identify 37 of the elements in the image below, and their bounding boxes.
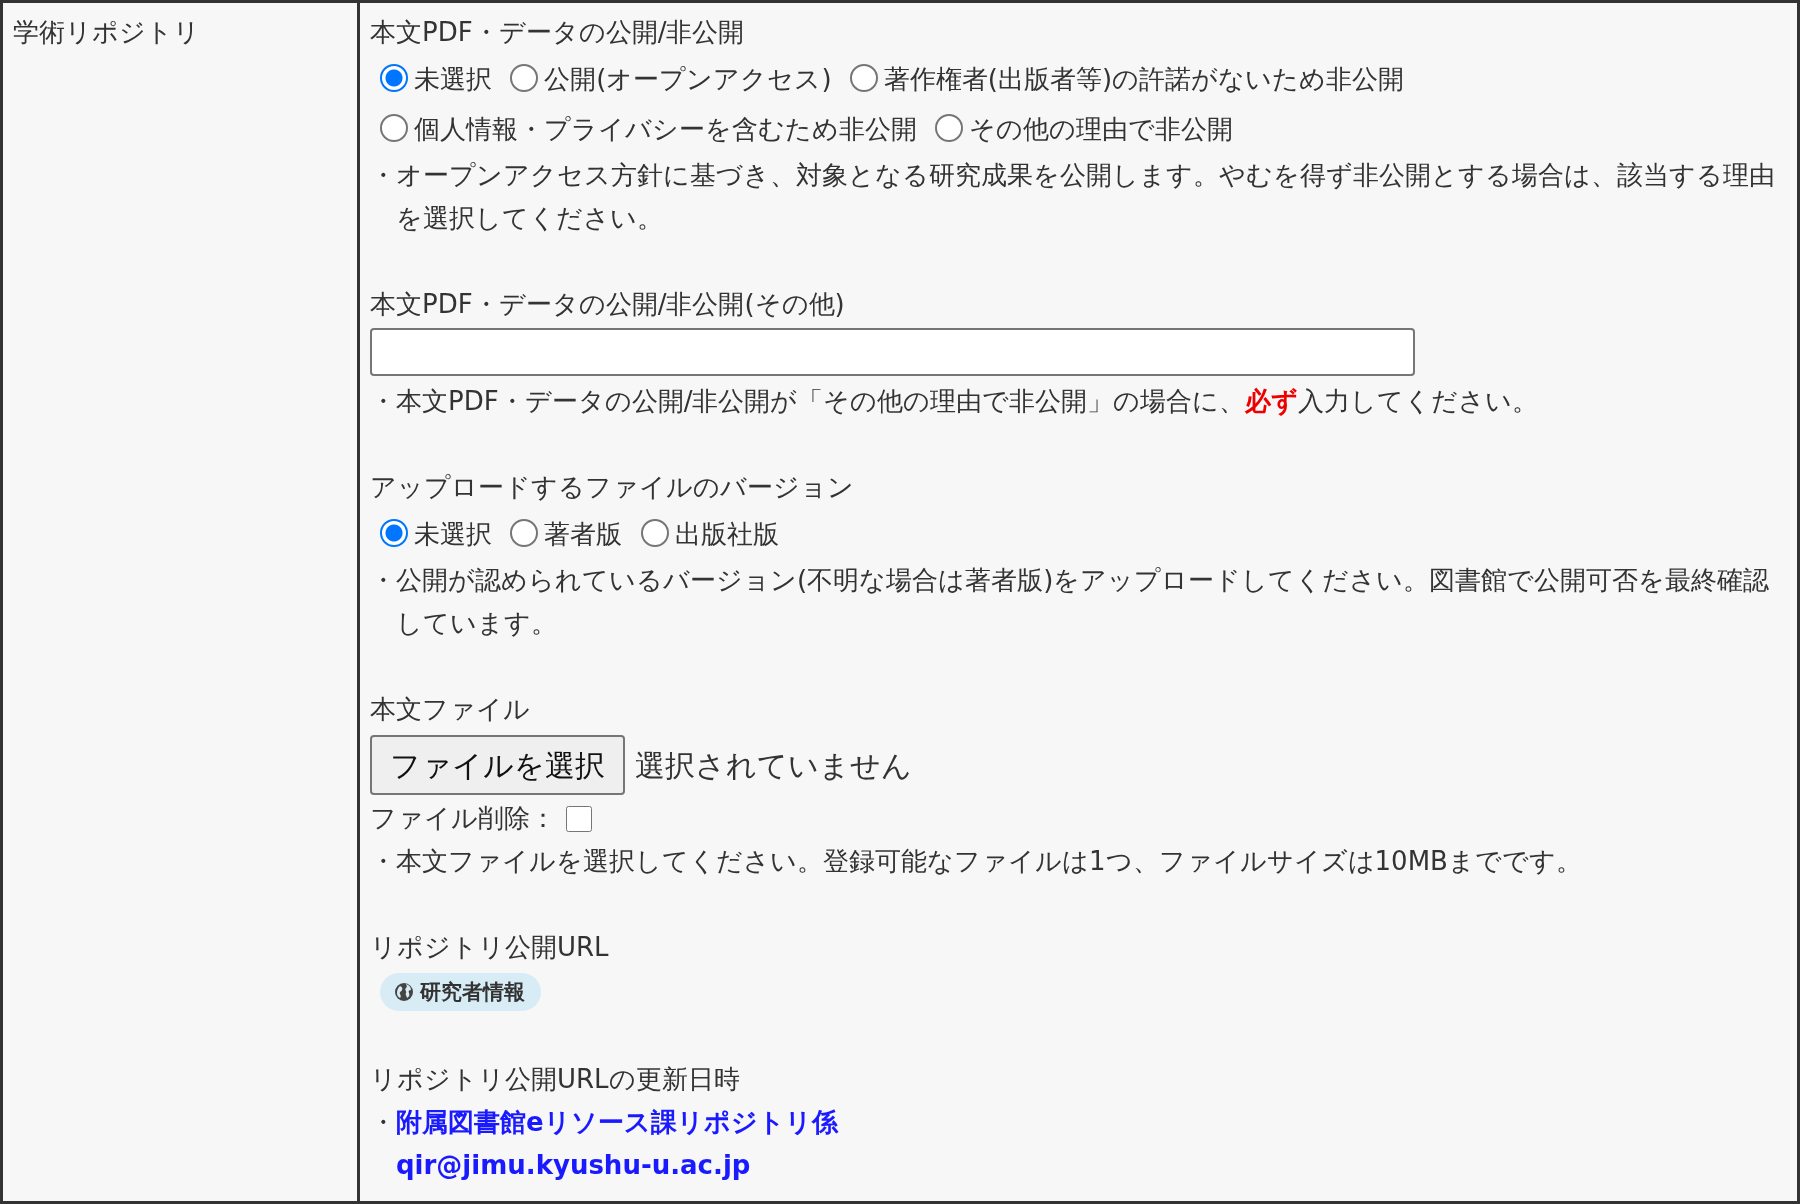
globe-icon <box>394 982 414 1002</box>
radio-label[interactable]: 著作権者(出版者等)の許諾がないため非公開 <box>883 64 1405 94</box>
field-label: 本文PDF・データの公開/非公開(その他) <box>370 288 846 321</box>
checkbox-label: ファイル削除： <box>370 802 556 835</box>
radio-label[interactable]: 未選択 <box>414 64 492 94</box>
help-text: ・本文ファイルを選択してください。登録可能なファイルは1つ、ファイルサイズは10MBまでです。 <box>370 845 1583 878</box>
radio-label[interactable]: その他の理由で非公開 <box>969 114 1234 144</box>
radio-label[interactable]: 未選択 <box>414 519 492 549</box>
choose-file-button[interactable]: ファイルを選択 <box>370 735 625 795</box>
file-status: 選択されていません <box>635 746 912 785</box>
help-text: ・公開が認められているバージョン(不明な場合は著者版)をアップロードしてください。図書館で公開可否を最終確認しています。 <box>370 564 1771 640</box>
radio-button[interactable] <box>849 64 878 92</box>
text-field[interactable] <box>370 328 1415 376</box>
field-label: アップロードするファイルのバージョン <box>370 471 855 504</box>
radio-label[interactable]: 著者版 <box>544 519 623 549</box>
radio-button[interactable] <box>380 114 408 142</box>
help-text: ・本文PDF・データの公開/非公開が「その他の理由で非公開」の場合に、必ず入力してください。 <box>370 385 1540 418</box>
row-header: 学術リポジトリ <box>13 17 200 47</box>
radio-button[interactable] <box>935 114 964 142</box>
delete-checkbox[interactable] <box>566 805 592 832</box>
radio-button[interactable] <box>380 64 408 92</box>
researcher-link-badge[interactable]: 研究者情報 <box>380 973 541 1011</box>
contact-link[interactable]: 附属図書館eリソース課リポジトリ係 <box>396 1101 838 1144</box>
radio-button[interactable] <box>510 519 539 547</box>
radio-button[interactable] <box>510 64 539 92</box>
field-label: リポジトリ公開URLの更新日時 <box>370 1063 741 1096</box>
help-text: ・オープンアクセス方針に基づき、対象となる研究成果を公開します。やむを得ず非公開とする場合は、該当する理由を選択してください。 <box>370 159 1776 235</box>
bullet-mark: ・ <box>370 1106 396 1139</box>
radio-button[interactable] <box>380 519 408 547</box>
field-label: 本文PDF・データの公開/非公開 <box>370 16 746 49</box>
field-label: リポジトリ公開URL <box>370 931 610 964</box>
radio-button[interactable] <box>640 519 669 547</box>
radio-label[interactable]: 出版社版 <box>674 519 779 549</box>
email-link[interactable]: qir@jimu.kyushu-u.ac.jp <box>396 1144 751 1187</box>
radio-label[interactable]: 公開(オープンアクセス) <box>544 64 832 94</box>
radio-label[interactable]: 個人情報・プライバシーを含むため非公開 <box>414 114 917 144</box>
field-label: 本文ファイル <box>370 693 531 726</box>
